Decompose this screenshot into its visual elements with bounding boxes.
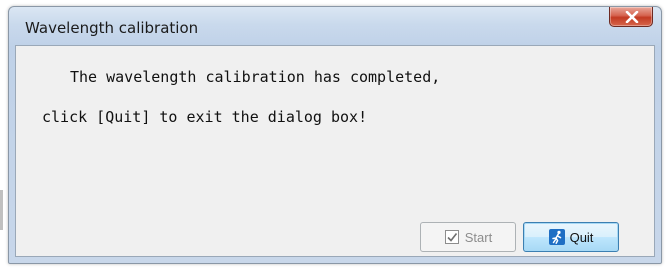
dialog-content: The wavelength calibration has completed… [15, 45, 655, 257]
close-icon [625, 11, 639, 23]
quit-button-label: Quit [569, 229, 594, 245]
quit-button[interactable]: Quit [523, 222, 619, 252]
checkbox-check-icon [444, 229, 460, 245]
running-person-exit-icon [548, 229, 565, 245]
start-button[interactable]: Start [420, 222, 516, 252]
dialog-window: Wavelength calibration The wavelength ca… [8, 6, 662, 264]
message-line-1: The wavelength calibration has completed… [70, 68, 441, 86]
start-button-label: Start [464, 229, 493, 245]
window-title: Wavelength calibration [25, 19, 199, 37]
message-line-2: click [Quit] to exit the dialog box! [42, 108, 368, 126]
close-button[interactable] [609, 7, 653, 27]
background-edge [0, 190, 3, 230]
title-bar[interactable]: Wavelength calibration [9, 7, 661, 45]
